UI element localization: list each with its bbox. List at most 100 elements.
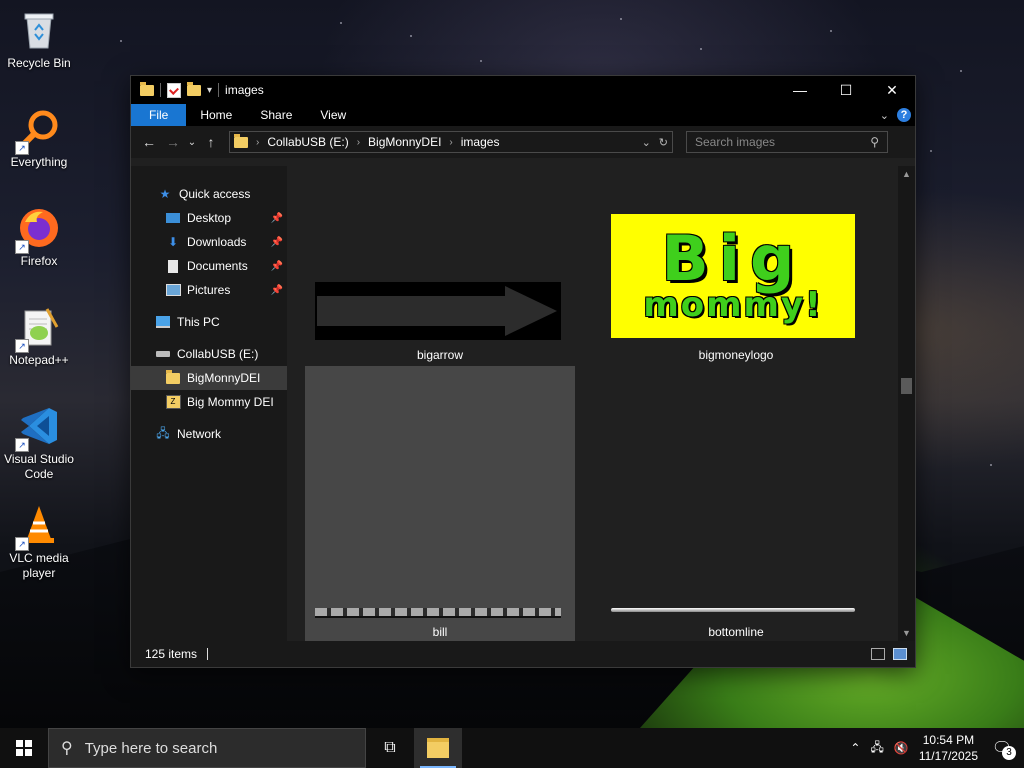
start-button[interactable] [0,728,48,768]
nav-drive-e[interactable]: CollabUSB (E:) [131,342,289,366]
expand-ribbon-icon[interactable]: ⌄ [880,109,889,122]
file-item-bigmoneylogo[interactable]: Big mommy! bigmoneylogo [601,166,871,366]
desktop-icon-recycle-bin[interactable]: Recycle Bin [0,8,78,71]
customize-quick-access-icon[interactable]: ▾ [207,85,212,96]
pin-icon[interactable]: 📌 [271,261,283,272]
address-history-icon[interactable]: ⌄ [642,136,651,149]
computer-icon [155,315,171,329]
clock[interactable]: 10:54 PM 11/17/2025 [919,732,978,764]
file-name: bigmoneylogo [698,348,774,362]
nav-label: CollabUSB (E:) [177,347,259,361]
help-icon[interactable]: ? [897,108,911,122]
taskbar-file-explorer[interactable] [414,728,462,768]
search-icon: ⚲ [870,135,879,149]
file-item-bill[interactable]: bill [305,366,575,642]
notepad-plus-plus-icon: ↗ [15,305,61,353]
taskbar-search-box[interactable]: ⚲ Type here to search [48,728,366,768]
nav-folder-big-mommy-dei[interactable]: Z Big Mommy DEI [131,390,289,414]
chevron-up-icon[interactable]: ⌃ [850,741,860,755]
windows-logo-icon [16,740,32,756]
firefox-icon: ↗ [15,206,61,254]
new-folder-icon[interactable] [187,81,201,96]
shortcut-arrow-icon: ↗ [15,240,29,254]
file-name: bigarrow [416,348,464,362]
window-title: images [225,83,264,97]
scrollbar-thumb[interactable] [901,378,912,394]
taskbar-search-placeholder: Type here to search [84,739,218,757]
large-icons-view-icon[interactable] [893,648,907,660]
pin-icon[interactable]: 📌 [271,237,283,248]
shortcut-arrow-icon: ↗ [15,438,29,452]
desktop-icon-label: VLC media player [9,551,69,580]
breadcrumb-drive[interactable]: CollabUSB (E:) [267,135,348,149]
desktop-icon-label: Firefox [20,254,58,268]
recent-locations-icon[interactable]: ⌄ [185,137,199,148]
download-icon: ⬇ [167,235,179,249]
action-center-button[interactable]: 🗨 3 [988,734,1016,762]
desktop-icon-vscode[interactable]: ↗ Visual Studio Code [0,404,78,482]
details-view-icon[interactable] [871,648,885,660]
vscode-icon: ↗ [15,404,61,452]
forward-arrow-icon[interactable]: → [161,134,185,150]
desktop-icon-firefox[interactable]: ↗ Firefox [0,206,78,269]
folder-icon [234,133,248,148]
tab-share[interactable]: Share [246,104,306,126]
maximize-button[interactable]: ☐ [823,76,869,104]
logo-text-big: Big [661,222,805,295]
breadcrumb-current[interactable]: images [461,135,500,149]
folder-icon [140,81,154,96]
desktop-icon-everything[interactable]: ↗ Everything [0,107,78,170]
up-arrow-icon[interactable]: ↑ [199,134,223,150]
desktop-icon-notepad-plus-plus[interactable]: ↗ Notepad++ [0,305,78,368]
network-status-icon[interactable]: 🖧 [870,738,883,759]
nav-label: BigMonnyDEI [187,371,261,385]
separator [218,83,220,97]
thumbnail-arrow [315,282,561,340]
shortcut-arrow-icon: ↗ [15,537,29,551]
nav-this-pc[interactable]: This PC [131,310,289,334]
scroll-down-icon[interactable]: ▼ [898,625,915,641]
nav-network[interactable]: 🖧 Network [131,422,289,446]
chevron-right-icon[interactable]: › [357,137,360,148]
tab-home[interactable]: Home [186,104,246,126]
vertical-scrollbar[interactable]: ▲ ▼ [898,166,915,641]
folder-icon [165,369,181,385]
file-explorer-icon [427,738,449,758]
clock-time: 10:54 PM [922,733,975,747]
address-bar[interactable]: › CollabUSB (E:) › BigMonnyDEI › images … [229,131,673,153]
minimize-button[interactable]: — [777,76,823,104]
file-item-bigarrow[interactable]: bigarrow [305,166,575,366]
file-name: bill [432,625,448,639]
vlc-icon: ↗ [15,503,61,551]
nav-downloads[interactable]: ⬇ Downloads 📌 [131,230,289,254]
thumbnail-bottomline [611,608,855,612]
tab-file[interactable]: File [131,104,187,126]
nav-label: Documents [187,259,248,273]
pin-icon[interactable]: 📌 [271,285,283,296]
nav-quick-access[interactable]: ★ Quick access [131,182,289,206]
back-arrow-icon[interactable]: ← [137,134,161,150]
search-input[interactable]: Search images ⚲ [686,131,888,153]
navigation-pane: ★ Quick access Desktop 📌 ⬇ Downloads 📌 D… [131,166,289,641]
tab-view[interactable]: View [306,104,360,126]
nav-folder-bigmonnydei[interactable]: BigMonnyDEI [131,366,289,390]
item-count: 125 items [145,647,198,661]
clock-date: 11/17/2025 [918,749,978,763]
nav-documents[interactable]: Documents 📌 [131,254,289,278]
refresh-icon[interactable]: ↻ [659,136,668,149]
thumbnail-logo: Big mommy! [611,214,855,338]
nav-pictures[interactable]: Pictures 📌 [131,278,289,302]
chevron-right-icon[interactable]: › [449,137,452,148]
volume-muted-icon[interactable]: 🔇 [894,741,909,755]
scroll-up-icon[interactable]: ▲ [898,166,915,182]
task-view-icon[interactable]: ⧉ [366,728,414,768]
properties-icon[interactable] [167,82,181,98]
title-bar[interactable]: ▾ images — ☐ ✕ [131,76,915,104]
pin-icon[interactable]: 📌 [271,213,283,224]
nav-desktop[interactable]: Desktop 📌 [131,206,289,230]
desktop-icon-vlc[interactable]: ↗ VLC media player [0,503,78,581]
file-item-bottomline[interactable]: bottomline [601,366,871,642]
close-button[interactable]: ✕ [869,76,915,104]
chevron-right-icon[interactable]: › [256,137,259,148]
breadcrumb-folder[interactable]: BigMonnyDEI [368,135,441,149]
